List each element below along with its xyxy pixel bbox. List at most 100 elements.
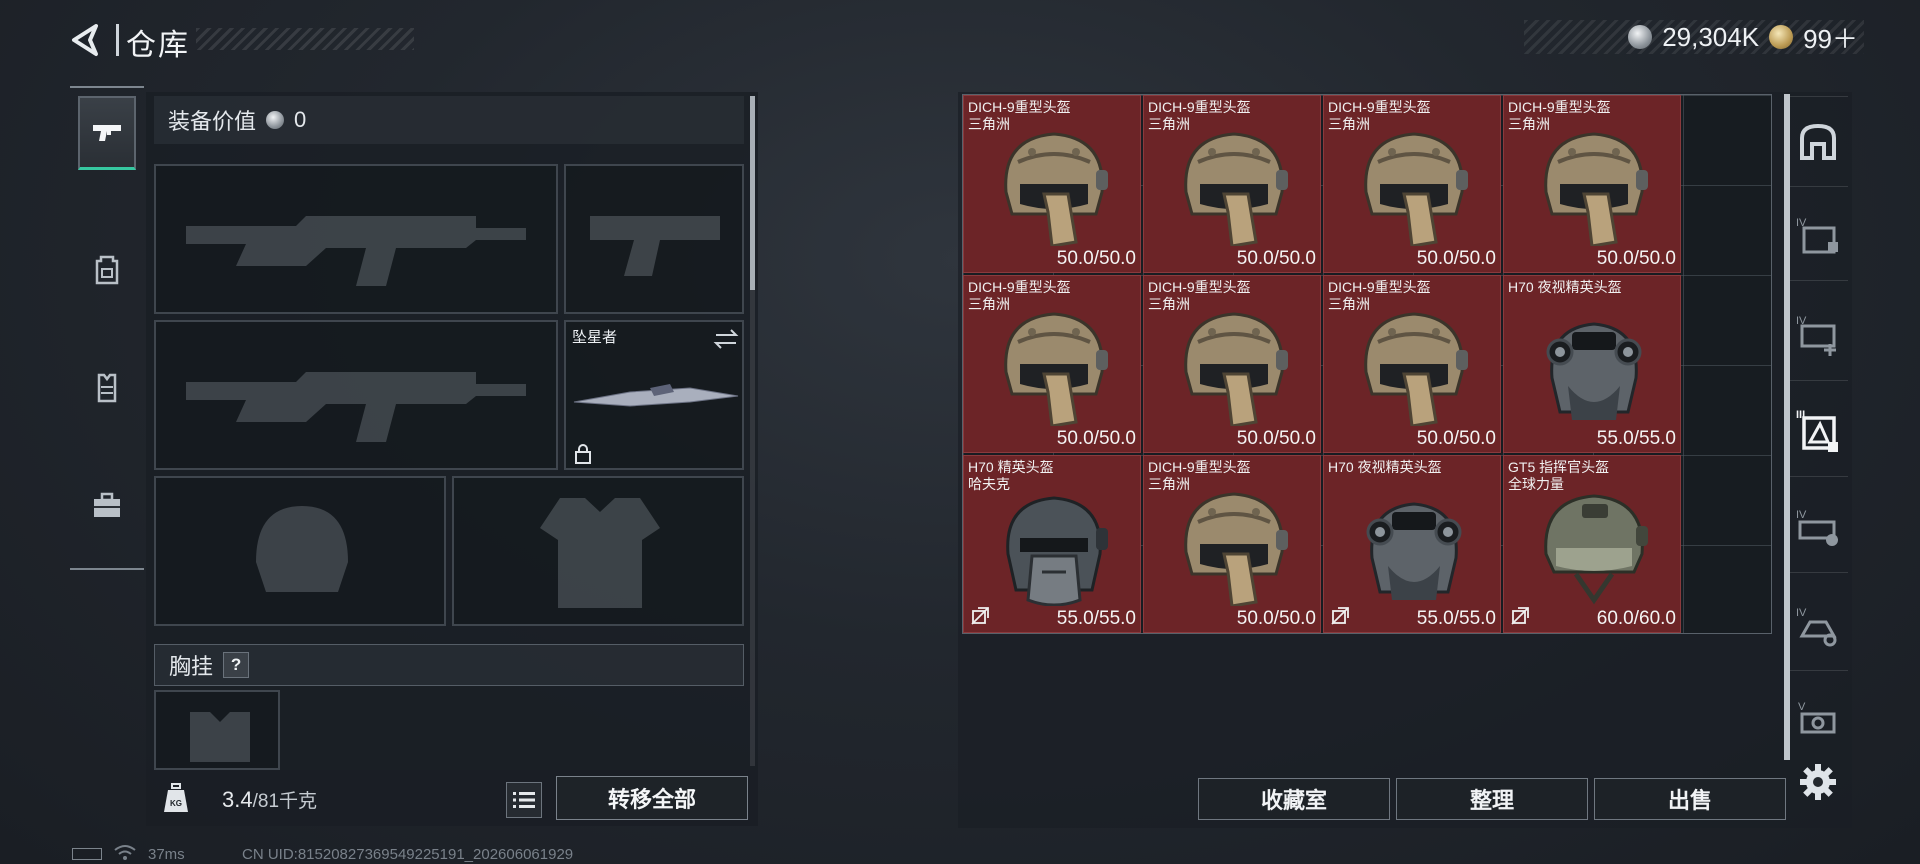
nav-item-backpack[interactable] [78, 232, 136, 306]
item-faction: 三角洲 [1148, 296, 1190, 312]
nav-item-toolbox[interactable] [78, 468, 136, 542]
backpack-icon [95, 255, 119, 285]
knife-item-icon [573, 384, 739, 407]
chest-rig-slot[interactable] [154, 690, 280, 770]
melee-slot[interactable]: 坠星者 [564, 320, 744, 470]
rail-item-case-iv[interactable]: IV [1794, 212, 1842, 260]
svg-text:IV: IV [1796, 607, 1807, 619]
toolbox-icon [94, 492, 120, 517]
rail-divider [1790, 572, 1848, 573]
item-durability: 55.0/55.0 [1596, 428, 1676, 449]
weight-icon: KG [164, 783, 188, 812]
storage-item-cell[interactable]: DICH-9重型头盔 三角洲 50.0/50.0 [963, 275, 1141, 453]
rail-item-case-iv-add[interactable]: IV [1794, 310, 1842, 358]
case-iv-gear-icon: IV [1796, 607, 1837, 647]
helmet-item-icon [1364, 312, 1468, 426]
pistol-silhouette-icon [590, 216, 720, 276]
helmet-item-icon [1004, 312, 1108, 426]
sell-button[interactable]: 出售 [1594, 778, 1786, 820]
rail-item-case-iv-lock[interactable]: IV [1794, 504, 1842, 552]
item-faction: 三角洲 [1148, 116, 1190, 132]
rail-item-case-v[interactable]: V [1794, 696, 1842, 744]
helmet-item-icon [1546, 322, 1642, 420]
swap-arrows-icon[interactable] [712, 328, 740, 350]
storage-item-cell[interactable]: DICH-9重型头盔 三角洲 50.0/50.0 [1503, 95, 1681, 273]
armor-slot[interactable] [452, 476, 744, 626]
svg-text:KG: KG [170, 799, 182, 808]
secondary-weapon-slot[interactable] [154, 320, 558, 470]
storage-item-cell[interactable]: H70 精英头盔 哈夫克 55.0/55.0 [963, 455, 1141, 633]
case-iv-icon: IV [1796, 217, 1838, 254]
item-name: H70 夜视精英头盔 [1508, 279, 1622, 295]
storage-scrollbar[interactable] [1784, 94, 1790, 760]
rail-item-case-iv-gear[interactable]: IV [1794, 602, 1842, 650]
rail-divider [1790, 476, 1848, 477]
storage-item-cell[interactable]: H70 夜视精英头盔 55.0/55.0 [1323, 455, 1501, 633]
back-button[interactable] [66, 20, 106, 60]
case-iv-add-icon: IV [1796, 315, 1836, 356]
title-decoration [196, 28, 414, 50]
storage-item-cell[interactable]: H70 夜视精英头盔 55.0/55.0 [1503, 275, 1681, 453]
storage-item-cell[interactable]: GT5 指挥官头盔 全球力量 60.0/60.0 [1503, 455, 1681, 633]
gold-amount: 99＋ [1803, 23, 1858, 54]
item-durability: 50.0/50.0 [1416, 248, 1496, 269]
transfer-all-button[interactable]: 转移全部 [556, 776, 748, 820]
helmet-item-icon [1184, 312, 1288, 426]
helmet-silhouette-icon [256, 506, 348, 592]
item-name: DICH-9重型头盔 [968, 279, 1071, 295]
item-durability: 50.0/50.0 [1056, 248, 1136, 269]
item-faction: 三角洲 [968, 296, 1010, 312]
rifle-silhouette-icon [186, 216, 526, 286]
rail-item-storage-home[interactable] [1794, 118, 1842, 166]
helmet-item-icon [1366, 502, 1462, 600]
rail-divider [1790, 96, 1848, 97]
item-durability: 50.0/50.0 [1416, 428, 1496, 449]
svg-text:V: V [1798, 701, 1806, 713]
silver-coin-icon [1628, 25, 1653, 49]
rifle-silhouette-icon [186, 372, 526, 442]
storage-item-cell[interactable]: DICH-9重型头盔 三角洲 50.0/50.0 [1143, 275, 1321, 453]
page-title: 仓库 [126, 29, 190, 62]
item-faction: 三角洲 [1328, 296, 1370, 312]
primary-weapon-slot[interactable] [154, 164, 558, 314]
item-durability: 50.0/50.0 [1236, 248, 1316, 269]
case-iv-lock-icon: IV [1796, 509, 1838, 546]
helmet-item-icon [1544, 132, 1648, 246]
rail-divider [1790, 280, 1848, 281]
item-durability: 50.0/50.0 [1236, 608, 1316, 629]
helmet-item-icon [1006, 496, 1108, 606]
storage-item-cell[interactable]: DICH-9重型头盔 三角洲 50.0/50.0 [963, 95, 1141, 273]
rail-divider [1790, 186, 1848, 187]
nav-divider-bottom [70, 568, 144, 570]
item-name: GT5 指挥官头盔 [1508, 459, 1610, 475]
rail-item-case-iii-selected[interactable]: III [1794, 406, 1842, 454]
loadout-scrollbar[interactable] [750, 96, 755, 290]
marked-item-icon [1511, 607, 1529, 625]
nav-item-vest[interactable] [78, 350, 136, 424]
pistol-icon [93, 124, 121, 141]
settings-gear-icon[interactable] [1798, 762, 1838, 802]
item-durability: 55.0/55.0 [1056, 608, 1136, 629]
collection-room-button[interactable]: 收藏室 [1198, 778, 1390, 820]
item-faction: 三角洲 [1508, 116, 1550, 132]
helmet-slot[interactable] [154, 476, 446, 626]
storage-item-cell[interactable]: DICH-9重型头盔 三角洲 50.0/50.0 [1323, 95, 1501, 273]
item-faction: 三角洲 [1328, 116, 1370, 132]
storage-item-cell[interactable]: DICH-9重型头盔 三角洲 50.0/50.0 [1143, 95, 1321, 273]
storage-item-cell[interactable]: DICH-9重型头盔 三角洲 50.0/50.0 [1143, 455, 1321, 633]
list-view-button[interactable] [506, 782, 542, 818]
chest-rig-header: 胸挂 ? [154, 644, 744, 686]
sidearm-slot[interactable] [564, 164, 744, 314]
item-durability: 50.0/50.0 [1056, 428, 1136, 449]
help-icon[interactable]: ? [223, 652, 250, 678]
gear-icon [1800, 764, 1836, 800]
storage-home-icon [1800, 123, 1836, 160]
nav-item-weapons[interactable] [78, 96, 136, 170]
equip-value-label: 装备价值 [168, 109, 257, 134]
sort-button[interactable]: 整理 [1396, 778, 1588, 820]
helmet-item-icon [1184, 132, 1288, 246]
storage-item-cell[interactable]: DICH-9重型头盔 三角洲 50.0/50.0 [1323, 275, 1501, 453]
rail-divider [1790, 380, 1848, 381]
item-name: H70 精英头盔 [968, 459, 1054, 475]
rail-divider [1790, 670, 1848, 671]
